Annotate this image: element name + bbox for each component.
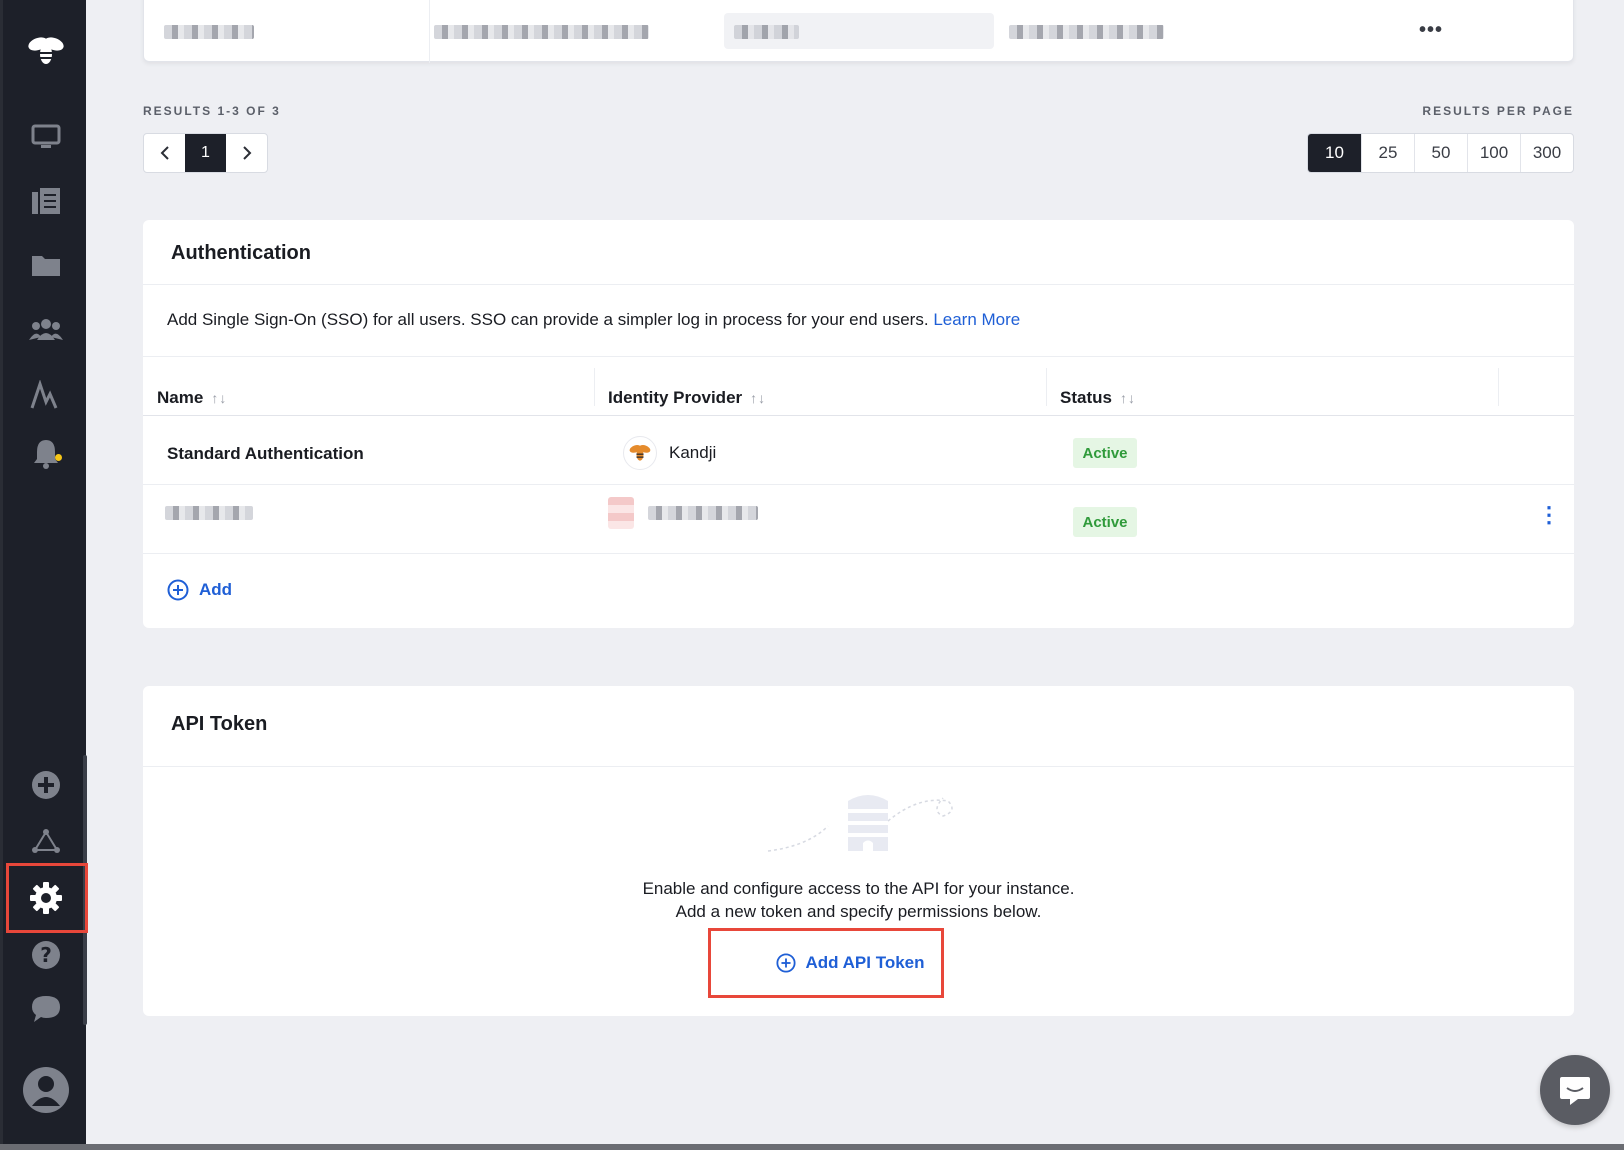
bee-logo-icon[interactable] (3, 26, 89, 76)
api-token-title: API Token (171, 713, 268, 735)
column-divider (594, 368, 595, 406)
prev-page-button[interactable] (144, 134, 185, 172)
redacted-provider-icon (608, 497, 634, 529)
divider (143, 766, 1574, 767)
row-name: Standard Authentication (167, 444, 364, 463)
next-page-button[interactable] (226, 134, 267, 172)
divider (143, 284, 1574, 285)
notification-dot (55, 454, 62, 461)
column-divider (1046, 368, 1047, 406)
redacted-text (164, 25, 254, 39)
avatar-icon[interactable] (3, 1062, 89, 1118)
chat-bubble-icon (1560, 1077, 1590, 1105)
add-api-token-highlight: Add API Token (708, 928, 944, 998)
per-page-25[interactable]: 25 (1361, 134, 1414, 172)
integrations-icon[interactable] (3, 816, 89, 866)
add-circle-outline-icon (775, 953, 796, 973)
api-description-line1: Enable and configure access to the API f… (642, 879, 1075, 898)
page-button-current[interactable]: 1 (185, 134, 226, 172)
column-header-label: Identity Provider (608, 388, 743, 407)
divider (143, 484, 1574, 485)
learn-more-link[interactable]: Learn More (933, 310, 1020, 329)
chevron-left-icon (160, 146, 169, 160)
chevron-right-icon (242, 146, 251, 160)
status-badge: Active (1073, 438, 1137, 468)
per-page-300[interactable]: 300 (1520, 134, 1573, 172)
add-circle-icon[interactable] (3, 760, 89, 810)
bell-icon[interactable] (3, 428, 89, 478)
beehive-illustration-icon (763, 791, 973, 866)
sidebar: ? (0, 0, 89, 1150)
redacted-text (1009, 25, 1164, 39)
column-header-identity-provider[interactable]: Identity Provider ↑↓ (608, 388, 766, 408)
kandji-logo-icon (623, 436, 657, 470)
column-divider (1498, 368, 1499, 406)
divider (143, 356, 1574, 357)
redacted-text (165, 506, 253, 520)
authentication-description: Add Single Sign-On (SSO) for all users. … (167, 310, 1020, 330)
results-count: RESULTS 1-3 OF 3 (143, 104, 281, 118)
per-page-selector: 10 25 50 100 300 (1307, 133, 1574, 173)
device-row-card: ••• (143, 0, 1574, 63)
authentication-title: Authentication (171, 242, 311, 264)
authentication-card: Authentication Add Single Sign-On (SSO) … (143, 220, 1574, 628)
column-divider (429, 0, 430, 63)
divider (143, 553, 1574, 554)
more-options-icon[interactable]: ••• (1419, 19, 1443, 42)
api-token-card: API Token Enable and configure access to… (143, 686, 1574, 1016)
row-actions-kebab-icon[interactable]: ⋮ (1538, 504, 1560, 526)
folder-icon[interactable] (3, 240, 89, 290)
chat-icon[interactable] (3, 984, 89, 1034)
api-description-line2: Add a new token and specify permissions … (675, 902, 1042, 921)
users-icon[interactable] (3, 304, 89, 354)
activity-icon[interactable] (3, 370, 89, 420)
per-page-50[interactable]: 50 (1414, 134, 1467, 172)
add-api-token-button[interactable]: Add API Token (775, 953, 925, 973)
pagination: 1 (143, 133, 268, 173)
redacted-text (434, 25, 649, 39)
column-header-name[interactable]: Name ↑↓ (157, 388, 227, 408)
sort-arrows-icon[interactable]: ↑↓ (750, 390, 766, 406)
column-header-label: Name (157, 388, 204, 407)
sort-arrows-icon[interactable]: ↑↓ (1120, 390, 1136, 406)
help-icon[interactable]: ? (3, 930, 89, 980)
identity-provider-name: Kandji (669, 443, 717, 462)
status-badge: Active (1073, 507, 1137, 537)
settings-highlight (6, 863, 88, 933)
svg-text:?: ? (40, 943, 52, 967)
add-circle-outline-icon (167, 579, 189, 601)
redacted-text (648, 506, 758, 520)
results-per-page-label: RESULTS PER PAGE (1422, 104, 1574, 118)
per-page-10[interactable]: 10 (1308, 134, 1361, 172)
divider (143, 415, 1574, 416)
support-chat-button[interactable] (1540, 1055, 1610, 1125)
column-header-label: Status (1060, 388, 1112, 407)
add-api-token-label: Add API Token (805, 953, 925, 972)
description-text: Add Single Sign-On (SSO) for all users. … (167, 310, 929, 329)
identity-provider: Kandji (623, 436, 716, 470)
per-page-100[interactable]: 100 (1467, 134, 1520, 172)
window-bottom-edge (0, 1144, 1624, 1150)
add-sso-button[interactable]: Add (167, 579, 232, 601)
computer-icon[interactable] (3, 112, 89, 162)
add-label: Add (199, 580, 233, 599)
column-header-status[interactable]: Status ↑↓ (1060, 388, 1136, 408)
redacted-text (734, 25, 799, 39)
library-icon[interactable] (3, 176, 89, 226)
sort-arrows-icon[interactable]: ↑↓ (211, 390, 227, 406)
